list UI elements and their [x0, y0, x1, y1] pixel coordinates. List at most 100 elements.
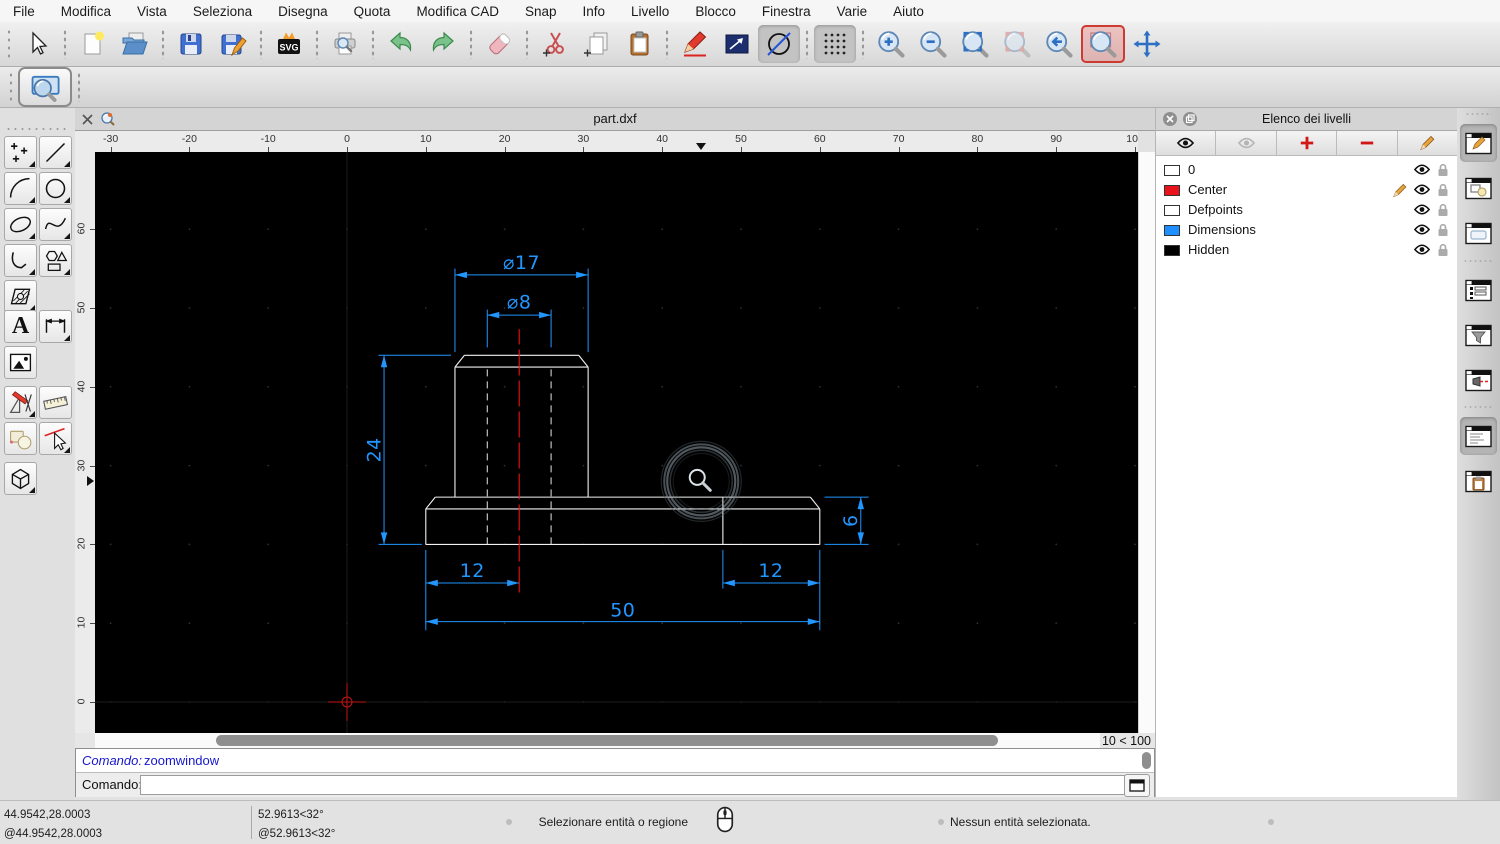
new-file-button[interactable]: [72, 25, 114, 63]
toolbar-handle[interactable]: [8, 71, 14, 103]
command-history-scrollbar[interactable]: [1142, 752, 1151, 769]
zoom-out-button[interactable]: [912, 25, 954, 63]
menu-varie[interactable]: Varie: [824, 4, 881, 19]
layer-row[interactable]: Dimensions: [1156, 220, 1457, 240]
previous-view-button[interactable]: [1038, 25, 1080, 63]
select-tool[interactable]: [39, 422, 72, 455]
redo-button[interactable]: [422, 25, 464, 63]
layer-row[interactable]: Center: [1156, 180, 1457, 200]
menu-modifica[interactable]: Modifica: [48, 4, 124, 19]
layer-lock-icon[interactable]: [1437, 183, 1449, 197]
edit-layer-button[interactable]: [1398, 131, 1457, 155]
text-tool[interactable]: A: [4, 310, 37, 343]
zoom-window-button[interactable]: [1083, 27, 1123, 61]
auto-zoom-button[interactable]: [954, 25, 996, 63]
delete-button[interactable]: [478, 25, 520, 63]
polyline-tool-button[interactable]: [716, 25, 758, 63]
dock-handle[interactable]: [1465, 113, 1492, 115]
clipboard-panel-toggle[interactable]: [1460, 462, 1497, 500]
command-history[interactable]: Comando: zoomwindow: [76, 749, 1154, 772]
pan-button[interactable]: [1126, 25, 1168, 63]
undo-button[interactable]: [380, 25, 422, 63]
block-list-toggle[interactable]: [1460, 169, 1497, 207]
spline-tool[interactable]: [39, 208, 72, 241]
document-tab-title[interactable]: part.dxf: [75, 111, 1155, 126]
hide-all-layers-button[interactable]: [1216, 131, 1277, 155]
menu-quota[interactable]: Quota: [341, 4, 404, 19]
solid-tool[interactable]: [4, 462, 37, 495]
show-all-layers-button[interactable]: [1156, 131, 1217, 155]
modify-ellipse-button[interactable]: [758, 25, 800, 63]
remove-layer-button[interactable]: [1337, 131, 1398, 155]
menu-info[interactable]: Info: [570, 4, 619, 19]
layer-row[interactable]: Defpoints: [1156, 200, 1457, 220]
command-options-button[interactable]: [1124, 774, 1150, 797]
layer-visibility-icon[interactable]: [1414, 163, 1430, 176]
save-as-button[interactable]: [212, 25, 254, 63]
menu-livello[interactable]: Livello: [618, 4, 682, 19]
command-history-toggle[interactable]: [1460, 417, 1497, 455]
layer-lock-icon[interactable]: [1437, 223, 1449, 237]
selection-filter-toggle[interactable]: [1460, 316, 1497, 354]
circle-tool[interactable]: [39, 172, 72, 205]
property-editor-toggle[interactable]: [1460, 124, 1497, 162]
cad-canvas[interactable]: ⌀17 ⌀8 24 6 12 12 50: [95, 152, 1138, 733]
zoom-selection-button[interactable]: [996, 25, 1038, 63]
layer-visibility-icon[interactable]: [1414, 203, 1430, 216]
menu-seleziona[interactable]: Seleziona: [180, 4, 265, 19]
menu-file[interactable]: File: [0, 4, 48, 19]
layer-lock-icon[interactable]: [1437, 203, 1449, 217]
shapes-tool[interactable]: [39, 244, 72, 277]
palette-handle[interactable]: [5, 126, 67, 132]
dimension-tool[interactable]: [39, 310, 72, 343]
grid-toggle-button[interactable]: [814, 25, 856, 63]
menu-aiuto[interactable]: Aiuto: [880, 4, 937, 19]
arc-tool[interactable]: [4, 172, 37, 205]
selection-pointer-icon[interactable]: [16, 25, 58, 63]
block-tool[interactable]: [4, 422, 37, 455]
layer-lock-icon[interactable]: [1437, 163, 1449, 177]
menu-blocco[interactable]: Blocco: [682, 4, 749, 19]
save-button[interactable]: [170, 25, 212, 63]
copy-button[interactable]: [576, 25, 618, 63]
add-layer-button[interactable]: [1277, 131, 1338, 155]
modify-tool[interactable]: [4, 386, 37, 419]
menu-finestra[interactable]: Finestra: [749, 4, 824, 19]
cut-button[interactable]: [534, 25, 576, 63]
laser-pointer-toggle[interactable]: [1460, 361, 1497, 399]
toolbar-handle[interactable]: [6, 28, 12, 60]
menu-snap[interactable]: Snap: [512, 4, 570, 19]
layer-visibility-icon[interactable]: [1414, 223, 1430, 236]
layer-row[interactable]: 0: [1156, 160, 1457, 180]
hatch-tool[interactable]: [4, 280, 37, 313]
ellipse-tool[interactable]: [4, 208, 37, 241]
layer-row[interactable]: Hidden: [1156, 240, 1457, 260]
horizontal-scrollbar[interactable]: [95, 733, 1100, 748]
measure-tool[interactable]: [39, 386, 72, 419]
horizontal-scrollbar-thumb[interactable]: [216, 735, 998, 746]
layer-color-swatch[interactable]: [1164, 245, 1180, 256]
paste-button[interactable]: [618, 25, 660, 63]
svg-export-button[interactable]: SVG: [268, 25, 310, 63]
zoom-in-button[interactable]: [870, 25, 912, 63]
layer-color-swatch[interactable]: [1164, 225, 1180, 236]
vertical-scrollbar[interactable]: [1138, 152, 1155, 733]
point-tool[interactable]: [4, 136, 37, 169]
menu-disegna[interactable]: Disegna: [265, 4, 341, 19]
library-browser-toggle[interactable]: [1460, 214, 1497, 252]
layer-color-swatch[interactable]: [1164, 185, 1180, 196]
draw-pencil-button[interactable]: [674, 25, 716, 63]
active-tool-zoom-window-icon[interactable]: [18, 67, 72, 107]
layer-color-swatch[interactable]: [1164, 205, 1180, 216]
layer-lock-icon[interactable]: [1437, 243, 1449, 257]
image-tool[interactable]: [4, 346, 37, 379]
open-file-button[interactable]: [114, 25, 156, 63]
layer-list-toggle[interactable]: [1460, 271, 1497, 309]
polyline-tool[interactable]: [4, 244, 37, 277]
layer-visibility-icon[interactable]: [1414, 183, 1430, 196]
layer-visibility-icon[interactable]: [1414, 243, 1430, 256]
line-tool[interactable]: [39, 136, 72, 169]
menu-modifica-cad[interactable]: Modifica CAD: [403, 4, 512, 19]
print-preview-button[interactable]: [324, 25, 366, 63]
command-input[interactable]: [140, 775, 1130, 795]
